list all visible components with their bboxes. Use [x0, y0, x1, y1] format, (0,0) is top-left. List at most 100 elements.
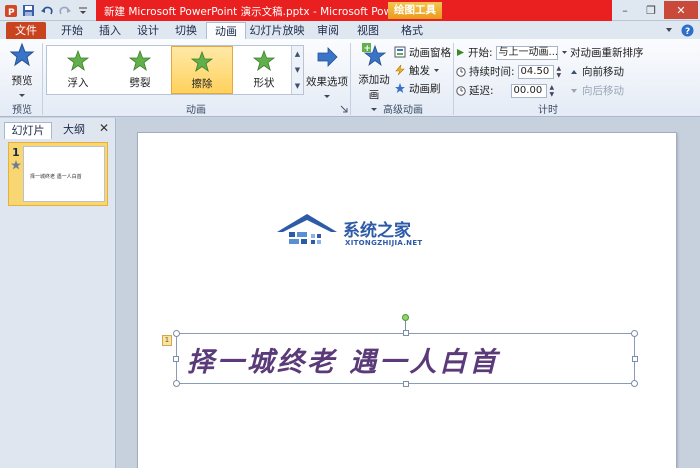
animation-pane-icon: [394, 46, 406, 58]
tab-format[interactable]: 格式: [392, 22, 432, 39]
animation-shape[interactable]: 形状: [233, 46, 295, 94]
duration-input[interactable]: 04.50: [517, 64, 554, 79]
separator: [453, 43, 454, 115]
move-later-label: 向后移动: [582, 85, 624, 97]
timing-panel: 开始: 与上一动画... 持续时间: 04.50 ▲ ▼ 延迟: 00.00 ▲ ▼: [456, 43, 568, 100]
slide-canvas[interactable]: 系统之家 XITONGZHIJIA.NET 1 择一城终老 遇一人白首: [137, 132, 677, 468]
group-label-preview: 预览: [12, 105, 32, 116]
resize-handle-se[interactable]: [631, 380, 638, 387]
spin-down-icon[interactable]: ▼: [550, 91, 559, 98]
minimize-ribbon-icon[interactable]: [662, 23, 676, 37]
gallery-scroll-up-icon[interactable]: ▲: [292, 46, 303, 62]
tab-home[interactable]: 开始: [54, 22, 90, 39]
tab-insert[interactable]: 插入: [92, 22, 128, 39]
panel-close-button[interactable]: ✕: [97, 121, 111, 135]
help-icon[interactable]: ?: [680, 23, 694, 37]
animation-star-icon: [191, 51, 213, 73]
move-earlier-button[interactable]: 向前移动: [570, 62, 698, 81]
animation-marker-icon: [11, 160, 21, 170]
dropdown-icon[interactable]: [561, 50, 568, 55]
animation-star-icon: [129, 50, 151, 72]
tab-outline[interactable]: 大纲: [54, 122, 94, 139]
tab-slideshow[interactable]: 幻灯片放映: [248, 22, 306, 39]
animation-label: 浮入: [67, 77, 89, 89]
quick-access-toolbar: P: [2, 2, 91, 19]
delay-row: 延迟: 00.00 ▲ ▼: [456, 81, 568, 100]
start-select[interactable]: 与上一动画...: [495, 45, 558, 60]
svg-text:+: +: [364, 44, 372, 54]
group-label-advanced: 高级动画: [383, 105, 423, 116]
trigger-button[interactable]: 触发: [394, 62, 452, 78]
redo-icon[interactable]: [56, 2, 73, 19]
text-box[interactable]: 择一城终老 遇一人白首: [173, 314, 638, 387]
tab-view[interactable]: 视图: [350, 22, 386, 39]
delay-input[interactable]: 00.00: [510, 83, 547, 98]
separator: [350, 43, 351, 115]
drawing-tools-label: 绘图工具: [388, 2, 442, 19]
delay-spinner[interactable]: ▲ ▼: [550, 84, 559, 98]
tab-file[interactable]: 文件: [6, 22, 46, 39]
resize-handle-w[interactable]: [173, 356, 179, 362]
tab-transitions[interactable]: 切换: [168, 22, 204, 39]
reorder-title: 对动画重新排序: [570, 47, 644, 59]
lightning-icon: [395, 64, 405, 76]
dialog-launcher-icon[interactable]: [340, 103, 348, 113]
reorder-panel: 对动画重新排序 向前移动 向后移动: [570, 45, 698, 100]
start-label: 开始:: [468, 47, 493, 59]
animation-pane-button[interactable]: 动画窗格: [394, 44, 452, 60]
move-later-button[interactable]: 向后移动: [570, 81, 698, 100]
animation-painter-button[interactable]: 动画刷: [394, 80, 452, 96]
resize-handle-n[interactable]: [403, 330, 409, 336]
resize-handle-nw[interactable]: [173, 330, 180, 337]
start-row: 开始: 与上一动画...: [456, 43, 568, 62]
spin-down-icon[interactable]: ▼: [557, 72, 566, 79]
tab-animations[interactable]: 动画: [206, 22, 246, 39]
animation-wipe[interactable]: 擦除: [171, 46, 233, 94]
advanced-animation-list: 动画窗格 触发 动画刷: [394, 44, 452, 98]
save-icon[interactable]: [20, 2, 37, 19]
window-controls: – ❐ ✕: [612, 1, 698, 19]
animation-fly-in[interactable]: 浮入: [47, 46, 109, 94]
separator: [42, 43, 43, 115]
tab-slides[interactable]: 幻灯片: [4, 122, 52, 139]
spin-up-icon[interactable]: ▲: [550, 84, 559, 91]
triangle-up-icon: [571, 69, 577, 74]
minimize-button[interactable]: –: [612, 1, 638, 19]
rotate-handle[interactable]: [402, 314, 409, 321]
add-animation-icon: +: [362, 43, 387, 67]
resize-handle-ne[interactable]: [631, 330, 638, 337]
preview-button[interactable]: 预览: [4, 42, 40, 98]
duration-spinner[interactable]: ▲ ▼: [557, 65, 566, 79]
slide-thumbnail-image: 择一城终老 遇一人白首: [23, 146, 105, 202]
animation-star-icon: [253, 50, 275, 72]
animation-painter-label: 动画刷: [409, 82, 441, 95]
resize-handle-e[interactable]: [632, 356, 638, 362]
watermark-logo-icon: [277, 214, 337, 244]
slide-text[interactable]: 择一城终老 遇一人白首: [187, 340, 499, 379]
effect-options-button[interactable]: 效果选项: [306, 45, 348, 102]
clock-icon: [456, 66, 466, 77]
ribbon: 预览 预览 浮入 劈裂 擦除 形状 ▲ ▼ ▼ 效果选项 动画 + 添加动画 动…: [0, 39, 700, 117]
duration-row: 持续时间: 04.50 ▲ ▼: [456, 62, 568, 81]
undo-icon[interactable]: [38, 2, 55, 19]
arrow-right-icon: [317, 47, 338, 67]
resize-handle-s[interactable]: [403, 381, 409, 387]
gallery-more-icon[interactable]: ▼: [292, 78, 303, 94]
play-icon: [457, 49, 464, 56]
close-button[interactable]: ✕: [664, 1, 698, 19]
watermark-subtitle: XITONGZHIJIA.NET: [345, 239, 423, 247]
gallery-scroll-down-icon[interactable]: ▼: [292, 62, 303, 78]
animation-order-tag[interactable]: 1: [162, 335, 172, 346]
thumbnail-text: 择一城终老 遇一人白首: [30, 174, 82, 180]
resize-handle-sw[interactable]: [173, 380, 180, 387]
delay-label: 延迟:: [469, 85, 494, 97]
tab-review[interactable]: 审阅: [310, 22, 346, 39]
spin-up-icon[interactable]: ▲: [557, 65, 566, 72]
app-icon[interactable]: P: [2, 2, 19, 19]
animation-split[interactable]: 劈裂: [109, 46, 171, 94]
slide-thumbnail-1[interactable]: 择一城终老 遇一人白首: [8, 142, 108, 206]
move-earlier-label: 向前移动: [582, 66, 624, 78]
restore-button[interactable]: ❐: [638, 1, 664, 19]
customize-qat-icon[interactable]: [74, 2, 91, 19]
tab-design[interactable]: 设计: [130, 22, 166, 39]
